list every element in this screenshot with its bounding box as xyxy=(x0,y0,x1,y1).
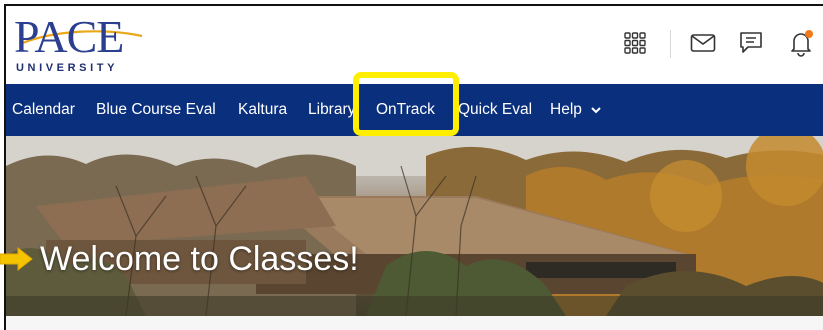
nav-item-calendar[interactable]: Calendar xyxy=(12,84,75,136)
nav-help-label: Help xyxy=(550,101,582,118)
ontrack-highlight-box xyxy=(353,72,459,136)
nav-item-quick-eval[interactable]: Quick Eval xyxy=(458,84,532,136)
chat-icon[interactable] xyxy=(734,26,768,60)
header-divider xyxy=(670,30,671,58)
content-area-top xyxy=(6,316,823,330)
nav-item-help[interactable]: Help xyxy=(550,84,602,136)
pace-university-logo[interactable]: PACE UNIVERSITY xyxy=(14,14,144,80)
chevron-down-icon xyxy=(591,107,601,114)
nav-item-blue-course-eval[interactable]: Blue Course Eval xyxy=(96,84,216,136)
bell-icon[interactable] xyxy=(784,26,818,60)
nav-item-kaltura[interactable]: Kaltura xyxy=(238,84,287,136)
notification-dot xyxy=(805,30,813,38)
campus-photo-icon xyxy=(6,136,823,316)
hero-banner: Welcome to Classes! xyxy=(6,136,823,316)
logo-subtitle: UNIVERSITY xyxy=(16,62,119,74)
apps-grid-icon[interactable] xyxy=(618,26,652,60)
nav-item-library[interactable]: Library xyxy=(308,84,354,136)
hero-title: Welcome to Classes! xyxy=(40,240,359,278)
page-frame: PACE UNIVERSITY Calendar Blue Course Eva… xyxy=(4,4,823,330)
logo-wordmark: PACE xyxy=(14,11,124,62)
mail-icon[interactable] xyxy=(686,26,720,60)
yellow-arrow-icon xyxy=(0,246,33,272)
